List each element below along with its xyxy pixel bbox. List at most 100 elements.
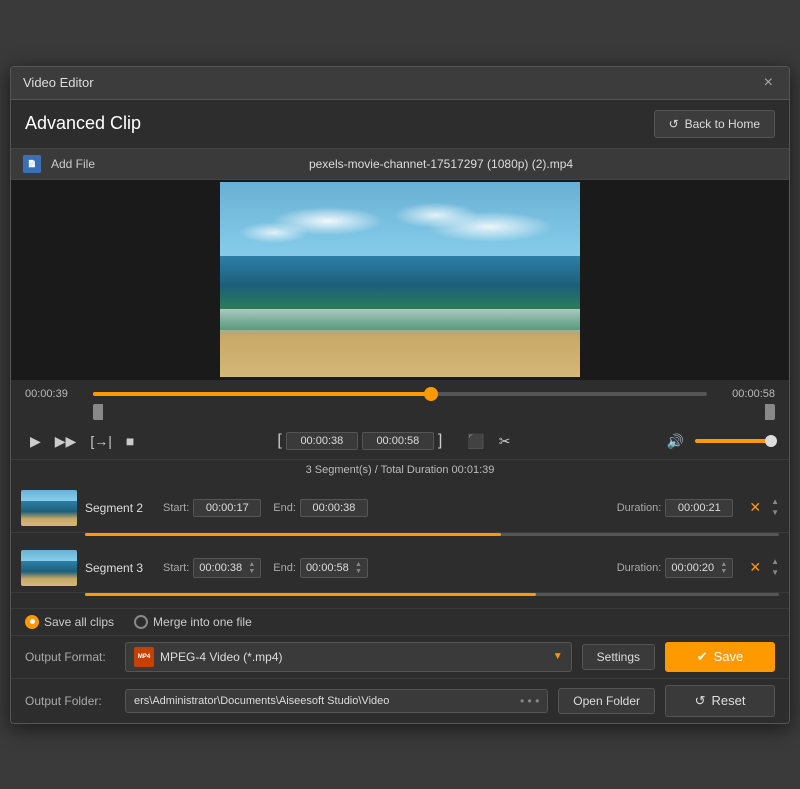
add-file-button[interactable]: Add File (51, 157, 95, 171)
start-time-input[interactable] (286, 432, 358, 450)
table-row: Segment 2 Start: 00:00:17 End: 00:00:38 … (11, 484, 789, 544)
volume-icon-button[interactable]: 🔊 (662, 430, 689, 453)
segment-progress-track-2[interactable] (85, 533, 779, 536)
format-value: MPEG-4 Video (*.mp4) (160, 650, 547, 664)
title-bar: Video Editor × (11, 67, 789, 100)
play-button[interactable]: ▶ (25, 430, 46, 453)
reset-button[interactable]: ↺ Reset (665, 685, 775, 717)
format-label: Output Format: (25, 650, 115, 664)
back-to-home-button[interactable]: ↺ Back to Home (654, 110, 775, 138)
file-type-icon: 📄 (23, 155, 41, 173)
timeline-area: 00:00:39 00:00:58 (11, 380, 789, 424)
action-buttons: ✔ Save (665, 642, 775, 672)
settings-button[interactable]: Settings (582, 644, 655, 670)
segment-start-val-3[interactable]: 00:00:38 ▲ ▼ (193, 558, 261, 578)
save-all-clips-radio[interactable] (25, 615, 39, 629)
folder-browse-button[interactable]: • • • (520, 694, 539, 708)
merge-label: Merge into one file (153, 615, 252, 629)
reset-icon: ↺ (695, 693, 706, 709)
timeline-thumb[interactable] (424, 387, 438, 401)
file-bar: 📄 Add File pexels-movie-channet-17517297… (11, 148, 789, 180)
segment-thumbnail-2 (21, 490, 77, 526)
controls-bar: ▶ ▶▶ [→| ■ [ ] ⬛ ✂ 🔊 (11, 424, 789, 459)
start-spin-up[interactable]: ▲ (248, 561, 255, 568)
step-forward-button[interactable]: [→| (85, 430, 117, 452)
segment-duration-val-2: 00:00:21 (665, 499, 733, 517)
fast-forward-button[interactable]: ▶▶ (50, 430, 82, 453)
duration-spin-up[interactable]: ▲ (720, 561, 727, 568)
timeline-row: 00:00:39 00:00:58 (25, 388, 775, 400)
segment-item-3: Segment 3 Start: 00:00:38 ▲ ▼ En (11, 544, 789, 593)
segment-duration-group-3: Duration: 00:00:20 ▲ ▼ (617, 558, 734, 578)
save-button[interactable]: ✔ Save (665, 642, 775, 672)
file-name-label: pexels-movie-channet-17517297 (1080p) (2… (105, 157, 777, 171)
segment-start-group-2: Start: 00:00:17 (163, 499, 261, 517)
segment-close-button-3[interactable]: ✕ (749, 559, 761, 576)
segment-end-val-3[interactable]: 00:00:58 ▲ ▼ (300, 558, 368, 578)
page-title: Advanced Clip (25, 113, 141, 134)
end-spin-arrows: ▲ ▼ (355, 561, 362, 575)
segment-end-val-2[interactable]: 00:00:38 (300, 499, 368, 517)
segment-end-group-3: End: 00:00:58 ▲ ▼ (273, 558, 368, 578)
segment-progress-track-3[interactable] (85, 593, 779, 596)
stop-button[interactable]: ■ (121, 430, 139, 452)
segment-move-up-button-3[interactable]: ▲ (771, 557, 779, 567)
segments-list: Segment 2 Start: 00:00:17 End: 00:00:38 … (11, 480, 789, 608)
open-folder-button[interactable]: Open Folder (558, 688, 655, 714)
segment-item-2: Segment 2 Start: 00:00:17 End: 00:00:38 … (11, 484, 789, 533)
start-spin-arrows: ▲ ▼ (248, 561, 255, 575)
duration-spin-down[interactable]: ▼ (720, 568, 727, 575)
dropdown-arrow-icon: ▼ (553, 651, 563, 662)
volume-track[interactable] (695, 439, 775, 443)
segment-order-buttons-2: ▲ ▼ (771, 497, 779, 517)
segment-progress-row-3 (11, 593, 789, 604)
output-format-row: Output Format: MP4 MPEG-4 Video (*.mp4) … (11, 635, 789, 678)
segment-progress-fill-3 (85, 593, 536, 596)
save-all-clips-option[interactable]: Save all clips (25, 615, 114, 629)
segment-close-button-2[interactable]: ✕ (749, 499, 761, 516)
end-spin-up[interactable]: ▲ (355, 561, 362, 568)
segment-move-down-button-2[interactable]: ▼ (771, 508, 779, 518)
folder-input[interactable]: ers\Administrator\Documents\Aiseesoft St… (125, 689, 548, 713)
timeline-progress (93, 392, 431, 396)
clouds-layer (220, 192, 580, 251)
timeline-end-label: 00:00:58 (715, 388, 775, 400)
segments-info: 3 Segment(s) / Total Duration 00:01:39 (11, 459, 789, 480)
segment-move-up-button-2[interactable]: ▲ (771, 497, 779, 507)
timeline-track[interactable] (93, 392, 707, 396)
start-spin-down[interactable]: ▼ (248, 568, 255, 575)
folder-path-text: ers\Administrator\Documents\Aiseesoft St… (134, 695, 389, 707)
segment-end-group-2: End: 00:00:38 (273, 499, 368, 517)
end-time-input[interactable] (362, 432, 434, 450)
close-button[interactable]: × (760, 73, 777, 93)
cut-buttons: ⬛ ✂ (462, 430, 515, 453)
segment-duration-group-2: Duration: 00:00:21 (617, 499, 734, 517)
refresh-icon: ↺ (669, 117, 679, 131)
trim-handle-left[interactable] (93, 404, 103, 420)
cut-scissors-button[interactable]: ✂ (494, 430, 516, 453)
save-options: Save all clips Merge into one file (11, 608, 789, 635)
window-title: Video Editor (23, 75, 94, 90)
end-spin-down[interactable]: ▼ (355, 568, 362, 575)
segment-start-val-2[interactable]: 00:00:17 (193, 499, 261, 517)
merge-option[interactable]: Merge into one file (134, 615, 252, 629)
volume-fill (695, 439, 767, 443)
segment-times-2: Start: 00:00:17 End: 00:00:38 Duration: … (163, 499, 733, 517)
timeline-start-label: 00:00:39 (25, 388, 85, 400)
sand-layer (220, 334, 580, 377)
duration-spin-arrows: ▲ ▼ (720, 561, 727, 575)
segment-move-down-button-3[interactable]: ▼ (771, 568, 779, 578)
format-select[interactable]: MP4 MPEG-4 Video (*.mp4) ▼ (125, 642, 572, 672)
cut-button[interactable]: ⬛ (462, 430, 489, 453)
segment-times-3: Start: 00:00:38 ▲ ▼ End: 00:00:58 (163, 558, 733, 578)
volume-thumb[interactable] (765, 435, 777, 447)
trim-handle-right[interactable] (765, 404, 775, 420)
segment-duration-val-3[interactable]: 00:00:20 ▲ ▼ (665, 558, 733, 578)
segment-progress-row-2 (11, 533, 789, 544)
trim-handles-row (25, 404, 775, 420)
bracket-left: [ (277, 432, 281, 450)
video-preview-area (11, 180, 789, 380)
merge-radio[interactable] (134, 615, 148, 629)
video-thumbnail (220, 182, 580, 377)
segment-order-buttons-3: ▲ ▼ (771, 557, 779, 577)
